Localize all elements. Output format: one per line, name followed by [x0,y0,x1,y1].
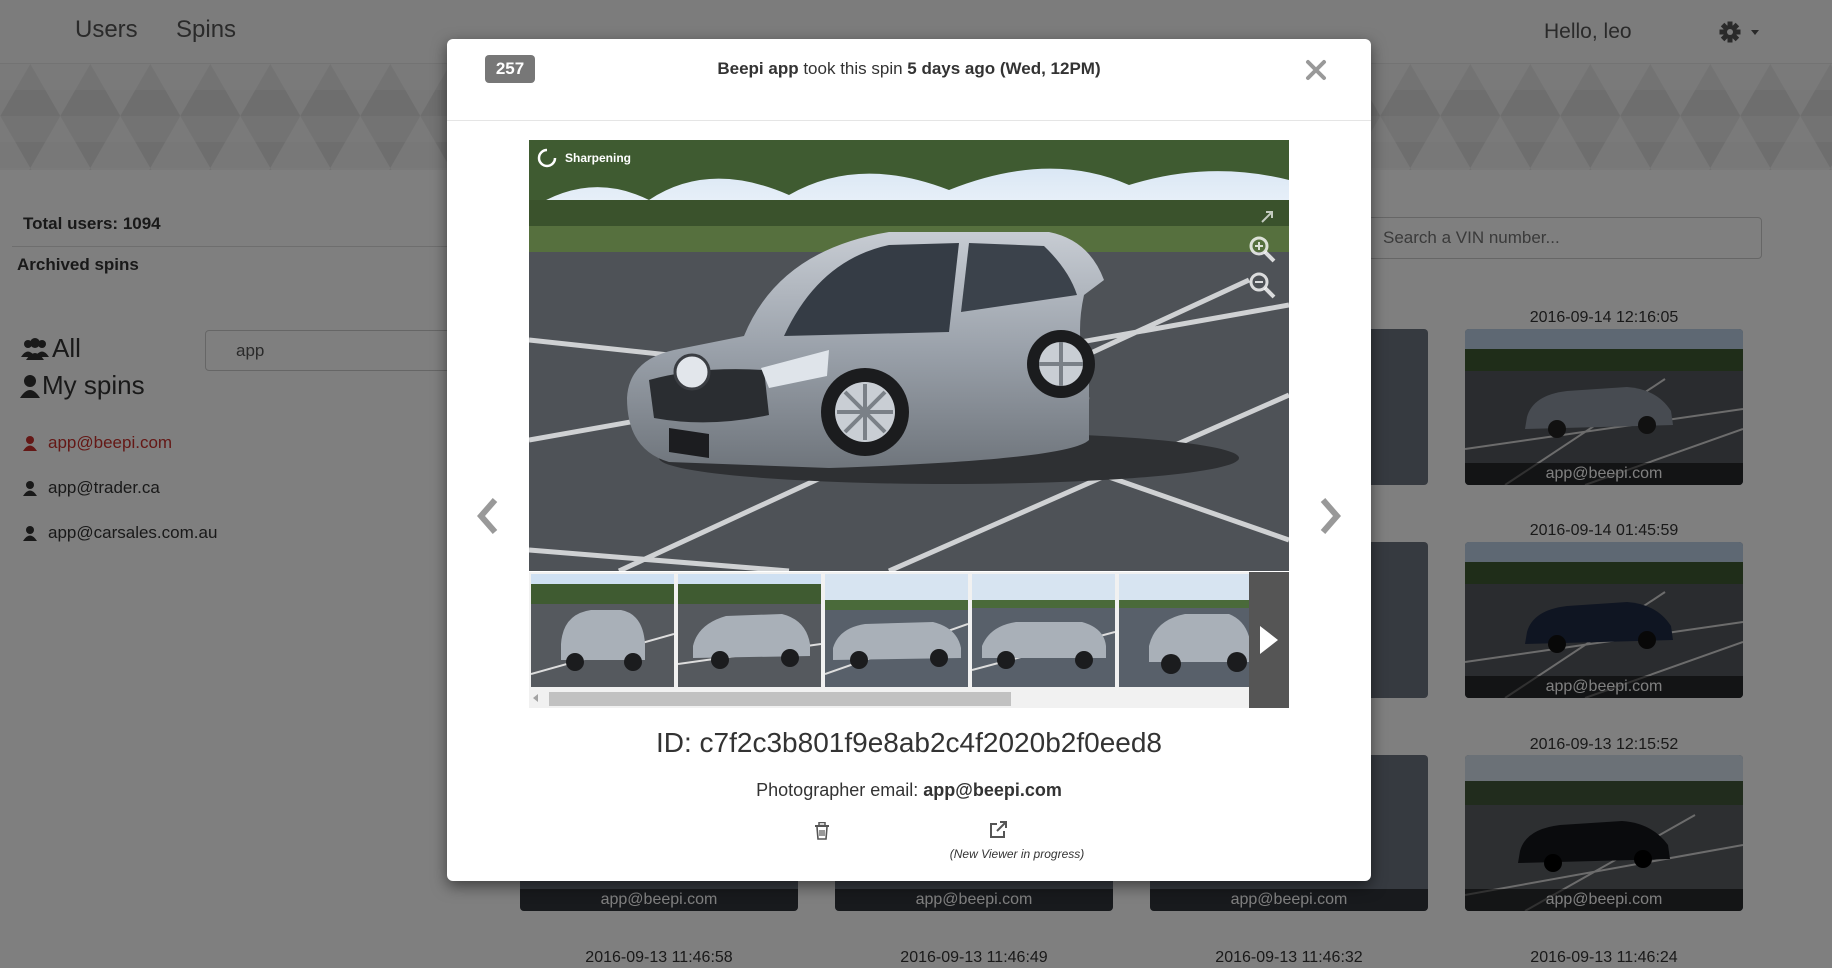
rear-wheel [1027,330,1095,398]
new-viewer-note: (New Viewer in progress) [949,847,1085,861]
spin-time: 5 days ago (Wed, 12PM) [907,59,1101,78]
external-link-icon[interactable] [988,820,1008,840]
photographer-email: Photographer email: app@beepi.com [447,780,1371,801]
scroll-left-arrow[interactable] [533,694,538,702]
thumbnail[interactable] [1119,574,1262,687]
spin-viewer[interactable]: Sharpening [529,140,1289,571]
thumbnail[interactable] [825,574,968,687]
modal-title: Beepi app took this spin 5 days ago (Wed… [547,59,1271,79]
chevron-right-icon[interactable] [1315,496,1345,536]
expand-icon[interactable] [1260,210,1274,224]
spin-count-badge: 257 [485,55,535,83]
car-thumbnail [678,574,821,687]
sharpening-label: Sharpening [565,151,632,165]
car-thumbnail [972,574,1115,687]
car-thumbnail [531,574,674,687]
spin-author: Beepi app [717,59,799,78]
scrollbar-thumb[interactable] [549,692,1011,706]
zoom-in-icon[interactable] [1247,234,1277,264]
car-photo [529,140,1289,571]
photographer-label: Photographer email: [756,780,924,800]
photographer-email-value: app@beepi.com [923,780,1062,800]
spin-id: ID: c7f2c3b801f9e8ab2c4f2020b2f0eed8 [656,727,1162,758]
thumbnail-strip[interactable] [529,572,1289,708]
close-icon[interactable] [1303,57,1329,83]
spinner-icon [537,148,557,168]
chevron-left-icon[interactable] [473,496,503,536]
play-icon [1260,626,1278,654]
sharpening-status: Sharpening [537,148,631,168]
title-text: took this spin [798,59,908,78]
modal-divider [447,120,1371,121]
car-thumbnail [1119,574,1262,687]
front-wheel [821,368,909,456]
thumbnail[interactable] [678,574,821,687]
car-thumbnail [825,574,968,687]
thumbnail[interactable] [972,574,1115,687]
thumbnail[interactable] [531,574,674,687]
trash-icon[interactable] [814,822,830,840]
spin-modal: 257 Beepi app took this spin 5 days ago … [447,39,1371,881]
thumbnail-scrollbar[interactable] [529,689,1249,708]
thumbnail-next-button[interactable] [1249,572,1289,708]
zoom-out-icon[interactable] [1247,270,1277,300]
